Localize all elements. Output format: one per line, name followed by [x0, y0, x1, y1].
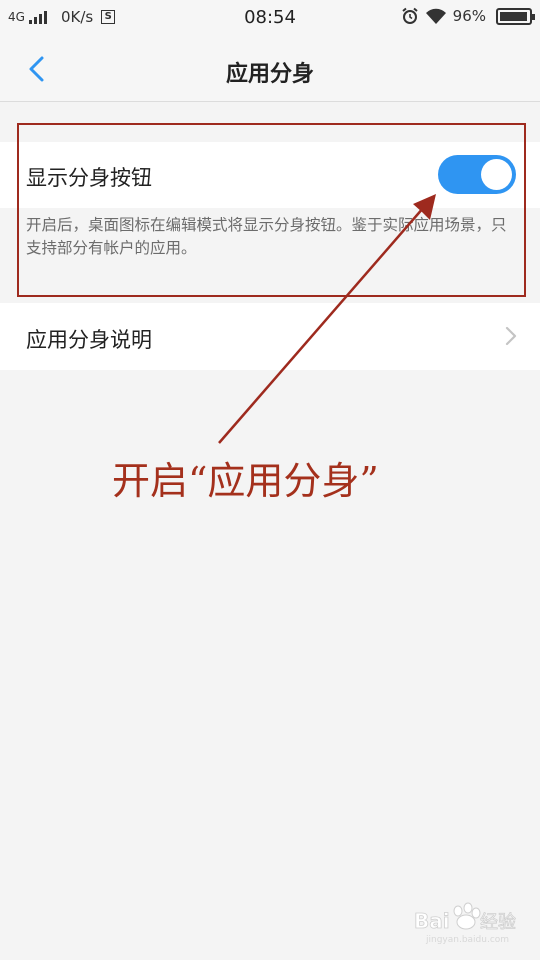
status-bar: 4G 0K/s S 08:54 96% — [0, 0, 540, 36]
baidu-jingyan-watermark: Bai 经验 jingyan.baidu.com — [414, 902, 516, 945]
app-header: 应用分身 — [0, 36, 540, 102]
highlight-box — [17, 123, 526, 297]
annotation-text: 开启“应用分身” — [112, 459, 379, 503]
svg-text:经验: 经验 — [480, 912, 516, 933]
battery-fill — [500, 11, 527, 21]
alarm-icon — [402, 7, 418, 24]
clone-info-label: 应用分身说明 — [26, 328, 152, 352]
wifi-icon — [425, 8, 446, 24]
chevron-right-icon — [505, 326, 517, 346]
svg-text:jingyan.baidu.com: jingyan.baidu.com — [425, 935, 509, 945]
battery-icon — [496, 7, 535, 25]
battery-percent: 96% — [452, 7, 486, 25]
page-title: 应用分身 — [225, 62, 314, 87]
status-right: 96% — [401, 7, 535, 25]
clone-info-row[interactable]: 应用分身说明 — [0, 303, 540, 370]
svg-text:Bai: Bai — [414, 909, 450, 933]
